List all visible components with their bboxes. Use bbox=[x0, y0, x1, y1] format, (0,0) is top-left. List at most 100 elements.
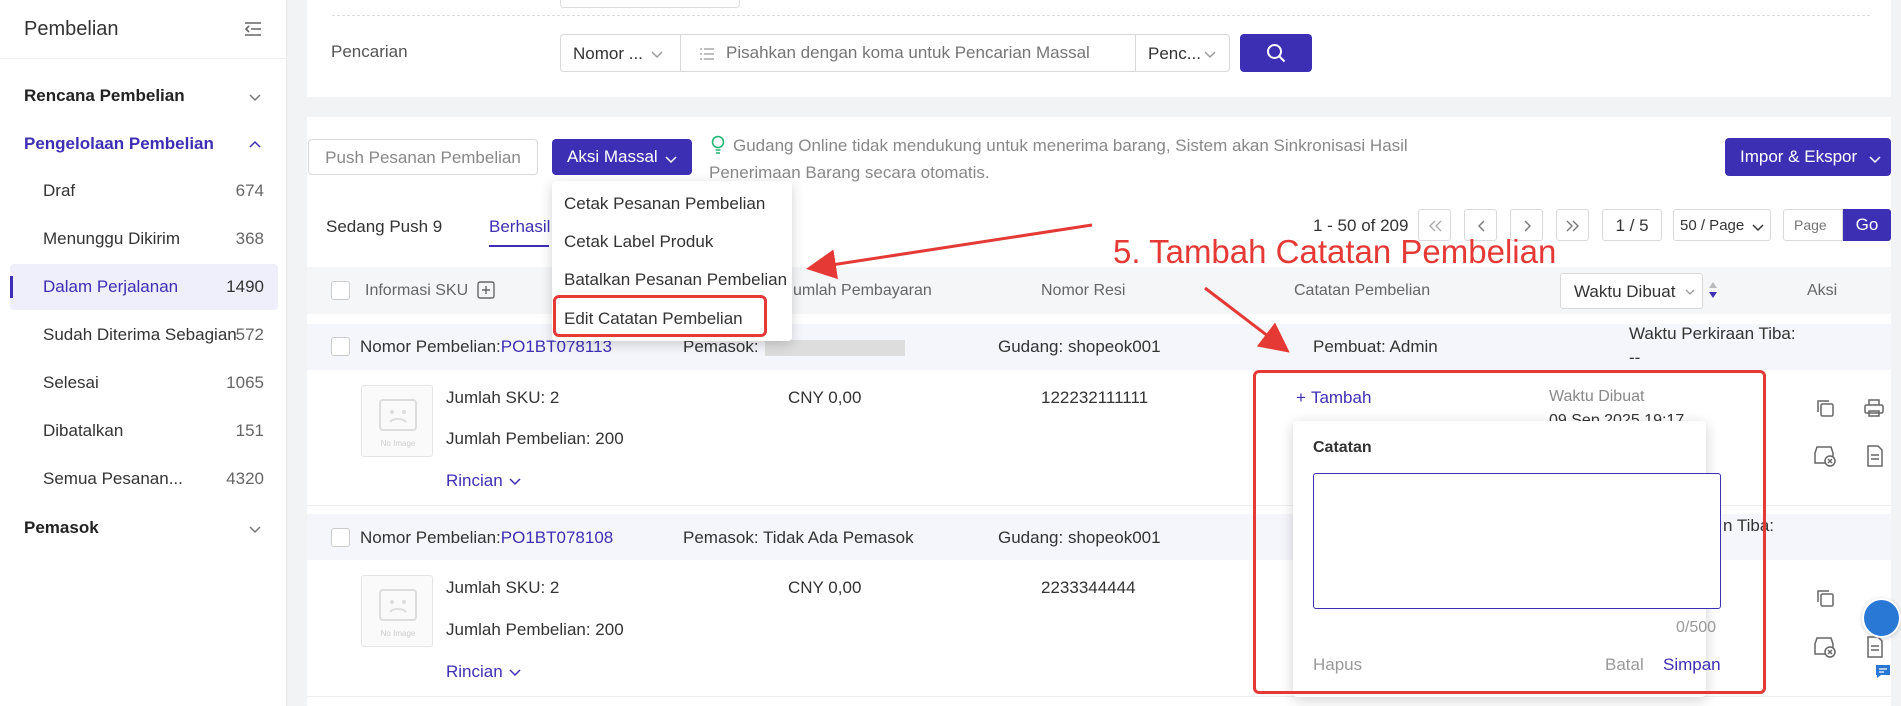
sidebar-item-count: 674 bbox=[235, 181, 264, 200]
chevron-down-icon[interactable] bbox=[248, 90, 262, 104]
filter-box[interactable] bbox=[560, 0, 740, 8]
list-icon bbox=[700, 48, 714, 60]
page-size-select[interactable]: 50 / Page bbox=[1673, 209, 1771, 241]
sort-select[interactable]: Waktu Dibuat bbox=[1560, 273, 1703, 309]
last-page-button[interactable] bbox=[1556, 209, 1589, 241]
sort-select-value: Waktu Dibuat bbox=[1574, 282, 1676, 301]
header-payment: Jumlah Pembayaran bbox=[785, 282, 932, 299]
chat-icon[interactable] bbox=[1875, 663, 1891, 679]
sidebar-item-label: Dalam Perjalanan bbox=[43, 277, 179, 296]
select-all-checkbox[interactable] bbox=[331, 281, 350, 300]
thumb-caption: No Image bbox=[380, 439, 416, 448]
search-button[interactable] bbox=[1240, 34, 1312, 72]
details-link-label: Rincian bbox=[446, 662, 503, 681]
delete-button[interactable]: Hapus bbox=[1313, 655, 1362, 675]
double-chevron-right-icon bbox=[1566, 220, 1579, 232]
add-note-label: Tambah bbox=[1310, 388, 1372, 407]
print-icon[interactable] bbox=[1863, 398, 1885, 418]
po-number-link[interactable]: PO1BT078108 bbox=[501, 528, 613, 547]
cancel-order-icon[interactable] bbox=[1813, 445, 1837, 467]
header-sku-info: Informasi SKU bbox=[365, 282, 469, 299]
document-icon[interactable] bbox=[1865, 445, 1885, 467]
menu-item-cetak-pesanan[interactable]: Cetak Pesanan Pembelian bbox=[564, 194, 765, 214]
bulk-action-button[interactable]: Aksi Massal bbox=[552, 139, 692, 175]
search-field-select[interactable]: Nomor ... bbox=[561, 35, 681, 71]
details-link-label: Rincian bbox=[446, 471, 503, 490]
go-button[interactable]: Go bbox=[1843, 209, 1891, 241]
tab-active-indicator bbox=[489, 245, 549, 247]
menu-item-edit-catatan[interactable]: Edit Catatan Pembelian bbox=[564, 309, 743, 329]
cancel-button[interactable]: Batal bbox=[1605, 655, 1644, 675]
import-export-button[interactable]: Impor & Ekspor bbox=[1725, 138, 1891, 176]
row-checkbox[interactable] bbox=[331, 337, 350, 356]
details-link[interactable]: Rincian bbox=[446, 471, 521, 491]
details-link[interactable]: Rincian bbox=[446, 662, 521, 682]
product-thumbnail: No Image bbox=[361, 575, 433, 647]
support-avatar[interactable] bbox=[1862, 598, 1901, 638]
po-label: Nomor Pembelian: bbox=[360, 528, 501, 547]
creator-cell: Pembuat: Admin bbox=[1313, 337, 1438, 356]
note-textarea[interactable] bbox=[1313, 473, 1721, 609]
sidebar: Pembelian Rencana Pembelian Pengelolaan … bbox=[0, 0, 287, 706]
row-checkbox[interactable] bbox=[331, 528, 350, 547]
sidebar-item-sudah-diterima[interactable]: Sudah Diterima Sebagian 572 bbox=[10, 312, 278, 358]
page-indicator[interactable]: 1 / 5 bbox=[1602, 209, 1662, 241]
purchase-qty: Jumlah Pembelian: 200 bbox=[446, 620, 624, 639]
sidebar-item-count: 368 bbox=[235, 229, 264, 248]
page-jump-input[interactable] bbox=[1783, 209, 1843, 241]
sidebar-item-label: Sudah Diterima Sebagian bbox=[43, 325, 237, 344]
tab-berhasil[interactable]: Berhasil bbox=[489, 217, 550, 237]
sidebar-item-selesai[interactable]: Selesai 1065 bbox=[10, 360, 278, 406]
sidebar-item-count: 151 bbox=[235, 421, 264, 440]
sidebar-item-label: Menunggu Dikirim bbox=[43, 229, 180, 248]
cancel-order-icon[interactable] bbox=[1813, 636, 1837, 658]
chevron-down-icon[interactable] bbox=[248, 522, 262, 536]
search-field-value: Nomor ... bbox=[573, 44, 643, 63]
sidebar-title: Pembelian bbox=[24, 18, 119, 40]
sidebar-item-menunggu-dikirim[interactable]: Menunggu Dikirim 368 bbox=[10, 216, 278, 262]
sidebar-item-semua-pesanan[interactable]: Semua Pesanan... 4320 bbox=[10, 456, 278, 502]
add-note-link[interactable]: + Tambah bbox=[1296, 388, 1371, 408]
bulk-action-label: Aksi Massal bbox=[567, 147, 658, 166]
sidebar-item-count: 4320 bbox=[226, 469, 264, 488]
sidebar-group-pemasok[interactable]: Pemasok bbox=[24, 518, 99, 538]
header-notes: Catatan Pembelian bbox=[1294, 282, 1431, 299]
chevron-up-icon[interactable] bbox=[248, 138, 262, 152]
search-label: Pencarian bbox=[331, 42, 408, 61]
collapse-menu-icon[interactable] bbox=[243, 19, 263, 39]
plus-icon: + bbox=[1296, 388, 1306, 407]
search-icon bbox=[1267, 44, 1286, 63]
chevron-left-icon bbox=[1478, 220, 1485, 232]
sort-icon[interactable] bbox=[1708, 281, 1718, 299]
tab-sedang-push[interactable]: Sedang Push 9 bbox=[326, 217, 442, 237]
menu-item-cetak-label[interactable]: Cetak Label Produk bbox=[564, 232, 713, 252]
header-tracking: Nomor Resi bbox=[1041, 282, 1126, 299]
sidebar-item-dalam-perjalanan[interactable]: Dalam Perjalanan 1490 bbox=[10, 264, 278, 310]
sidebar-group-pengelolaan[interactable]: Pengelolaan Pembelian bbox=[24, 134, 214, 154]
chevron-down-icon bbox=[1685, 289, 1695, 295]
sku-count: Jumlah SKU: 2 bbox=[446, 578, 560, 597]
save-button[interactable]: Simpan bbox=[1663, 655, 1721, 675]
copy-icon[interactable] bbox=[1815, 588, 1835, 608]
menu-item-batalkan[interactable]: Batalkan Pesanan Pembelian bbox=[564, 270, 787, 290]
sidebar-group-rencana[interactable]: Rencana Pembelian bbox=[24, 86, 185, 106]
push-order-button[interactable]: Push Pesanan Pembelian bbox=[308, 139, 538, 175]
copy-icon[interactable] bbox=[1815, 398, 1835, 418]
header-action: Aksi bbox=[1807, 282, 1838, 299]
eta-label: n Tiba: bbox=[1723, 516, 1775, 535]
document-icon[interactable] bbox=[1865, 636, 1885, 658]
warehouse-cell: Gudang: shopeok001 bbox=[998, 337, 1161, 356]
search-mode-value: Penc... bbox=[1148, 44, 1201, 63]
po-label: Nomor Pembelian: bbox=[360, 337, 501, 356]
double-chevron-left-icon bbox=[1429, 220, 1442, 232]
expand-plus-icon[interactable] bbox=[477, 281, 495, 299]
search-input[interactable] bbox=[726, 39, 1126, 67]
sidebar-item-label: Draf bbox=[43, 181, 76, 200]
tracking-number: 122232111111 bbox=[1041, 388, 1149, 407]
redacted-supplier bbox=[764, 339, 905, 356]
sidebar-item-dibatalkan[interactable]: Dibatalkan 151 bbox=[10, 408, 278, 454]
search-mode-select[interactable]: Penc... bbox=[1135, 35, 1230, 71]
sidebar-item-draf[interactable]: Draf 674 bbox=[10, 168, 278, 214]
eta-value: -- bbox=[1629, 348, 1641, 367]
import-export-label: Impor & Ekspor bbox=[1740, 147, 1858, 166]
